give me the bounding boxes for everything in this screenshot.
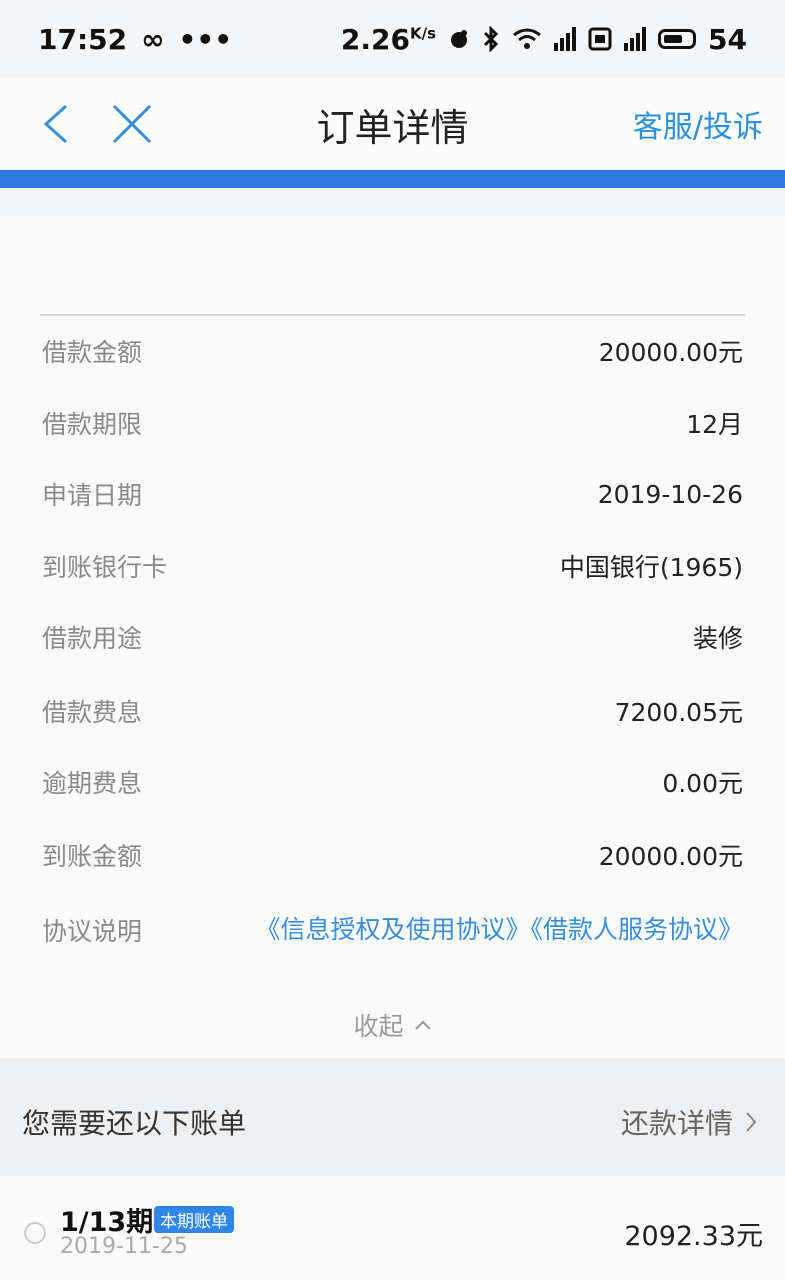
- detail-row-loan-amount: 借款金额 20000.00元: [42, 321, 743, 381]
- agreement-row: 协议说明 《信息授权及使用协议》《借款人服务协议》: [42, 902, 743, 982]
- current-bill-badge: 本期账单: [154, 1206, 234, 1233]
- repayment-details-label: 还款详情: [620, 1107, 733, 1140]
- order-details-card: 借款金额 20000.00元 借款期限 12月 申请日期 2019-10-26 …: [0, 216, 785, 1058]
- network-speed: 2.26K/s: [341, 23, 436, 56]
- close-icon[interactable]: [108, 100, 156, 148]
- bills-title: 您需要还以下账单: [22, 1107, 247, 1140]
- cellular-signal-icon: [554, 27, 577, 51]
- agreement-label: 协议说明: [42, 917, 143, 946]
- back-arrow-icon[interactable]: [34, 100, 82, 148]
- wifi-icon: [513, 28, 541, 49]
- detail-label: 借款用途: [42, 624, 143, 653]
- detail-label: 到账银行卡: [42, 553, 168, 582]
- repayment-details-link[interactable]: 还款详情: [621, 1102, 757, 1142]
- info-authorization-agreement-link[interactable]: 《信息授权及使用协议》: [255, 915, 530, 944]
- bills-section-header: 您需要还以下账单 还款详情: [0, 1058, 785, 1176]
- detail-label: 申请日期: [42, 481, 143, 510]
- detail-value: 20000.00元: [598, 842, 743, 871]
- detail-value: 20000.00元: [598, 338, 743, 367]
- battery-icon: [658, 29, 697, 49]
- bill-amount: 2092.33元: [624, 1221, 763, 1252]
- nav-bar: 订单详情 客服/投诉: [0, 78, 785, 170]
- hd-icon: [588, 27, 612, 51]
- divider: [40, 314, 745, 316]
- detail-row-received-amount: 到账金额 20000.00元: [42, 825, 743, 885]
- more-notifications-icon: •••: [178, 22, 233, 56]
- detail-row-apply-date: 申请日期 2019-10-26: [42, 464, 743, 524]
- collapse-button[interactable]: 收起: [0, 1002, 785, 1048]
- customer-service-link[interactable]: 客服/投诉: [633, 78, 763, 170]
- detail-row-loan-fee: 借款费息 7200.05元: [42, 681, 743, 741]
- bill-due-date: 2019-11-25: [60, 1234, 188, 1259]
- battery-level: 54: [708, 22, 747, 56]
- detail-label: 到账金额: [42, 842, 143, 871]
- detail-row-loan-term: 借款期限 12月: [42, 393, 743, 453]
- status-time: 17:52: [38, 22, 128, 56]
- detail-label: 借款金额: [42, 338, 143, 367]
- infinity-icon: ∞: [141, 22, 165, 56]
- bill-list-item[interactable]: 1/13期 本期账单 2019-11-25 2092.33元: [0, 1176, 785, 1280]
- detail-label: 借款期限: [42, 410, 143, 439]
- spacer: [0, 188, 785, 216]
- detail-value: 0.00元: [662, 769, 743, 798]
- detail-label: 逾期费息: [42, 769, 143, 798]
- detail-row-overdue-fee: 逾期费息 0.00元: [42, 752, 743, 812]
- detail-value: 中国银行(1965): [559, 553, 743, 582]
- detail-label: 借款费息: [42, 698, 143, 727]
- notification-app-icon: [451, 30, 468, 48]
- chevron-up-icon: [414, 1020, 431, 1030]
- detail-value: 12月: [686, 410, 743, 439]
- detail-row-bank-card: 到账银行卡 中国银行(1965): [42, 536, 743, 596]
- detail-value: 装修: [692, 624, 743, 653]
- status-bar: 17:52 ∞ ••• 2.26K/s 54: [0, 0, 785, 78]
- agreement-links: 《信息授权及使用协议》《借款人服务协议》: [253, 912, 743, 948]
- detail-value: 2019-10-26: [597, 479, 743, 509]
- header-accent-bar: [0, 170, 785, 188]
- cellular-signal-2-icon: [624, 27, 647, 51]
- network-speed-value: 2.26: [340, 22, 410, 56]
- borrower-service-agreement-link[interactable]: 《借款人服务协议》: [530, 915, 743, 944]
- bill-select-radio[interactable]: [24, 1222, 46, 1244]
- detail-row-loan-purpose: 借款用途 装修: [42, 607, 743, 667]
- collapse-label: 收起: [353, 1012, 404, 1041]
- bluetooth-icon: [483, 26, 499, 52]
- detail-value: 7200.05元: [614, 698, 743, 727]
- chevron-right-icon: [746, 1112, 757, 1132]
- network-speed-unit: K/s: [410, 24, 437, 43]
